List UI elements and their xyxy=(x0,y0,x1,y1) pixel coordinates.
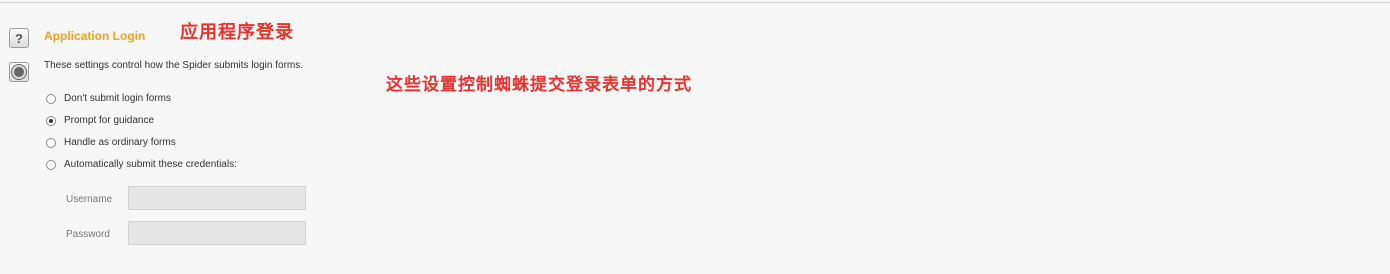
option-label: Don't submit login forms xyxy=(64,93,171,104)
option-dont-submit[interactable]: Don't submit login forms xyxy=(46,93,171,104)
radio-button-selected[interactable] xyxy=(46,115,56,126)
radio-button[interactable] xyxy=(46,137,56,148)
section-title: Application Login xyxy=(44,29,146,43)
settings-gear-icon xyxy=(12,65,26,79)
top-divider xyxy=(0,2,1390,3)
option-label: Automatically submit these credentials: xyxy=(64,159,237,170)
section-description: These settings control how the Spider su… xyxy=(44,60,304,71)
radio-button[interactable] xyxy=(46,159,56,170)
help-button[interactable]: ? xyxy=(9,28,29,48)
settings-button[interactable] xyxy=(9,62,29,82)
annotation-title: 应用程序登录 xyxy=(180,22,294,43)
option-prompt-guidance[interactable]: Prompt for guidance xyxy=(46,115,154,126)
password-field[interactable] xyxy=(128,221,306,245)
option-auto-submit[interactable]: Automatically submit these credentials: xyxy=(46,159,237,170)
password-label: Password xyxy=(66,229,110,240)
username-label: Username xyxy=(66,194,113,205)
help-icon: ? xyxy=(15,30,23,46)
option-label: Prompt for guidance xyxy=(64,115,155,126)
annotation-description: 这些设置控制蜘蛛提交登录表单的方式 xyxy=(386,75,692,95)
username-field[interactable] xyxy=(128,186,306,210)
option-label: Handle as ordinary forms xyxy=(64,137,176,148)
option-ordinary-forms[interactable]: Handle as ordinary forms xyxy=(46,137,176,148)
radio-button[interactable] xyxy=(46,93,56,104)
